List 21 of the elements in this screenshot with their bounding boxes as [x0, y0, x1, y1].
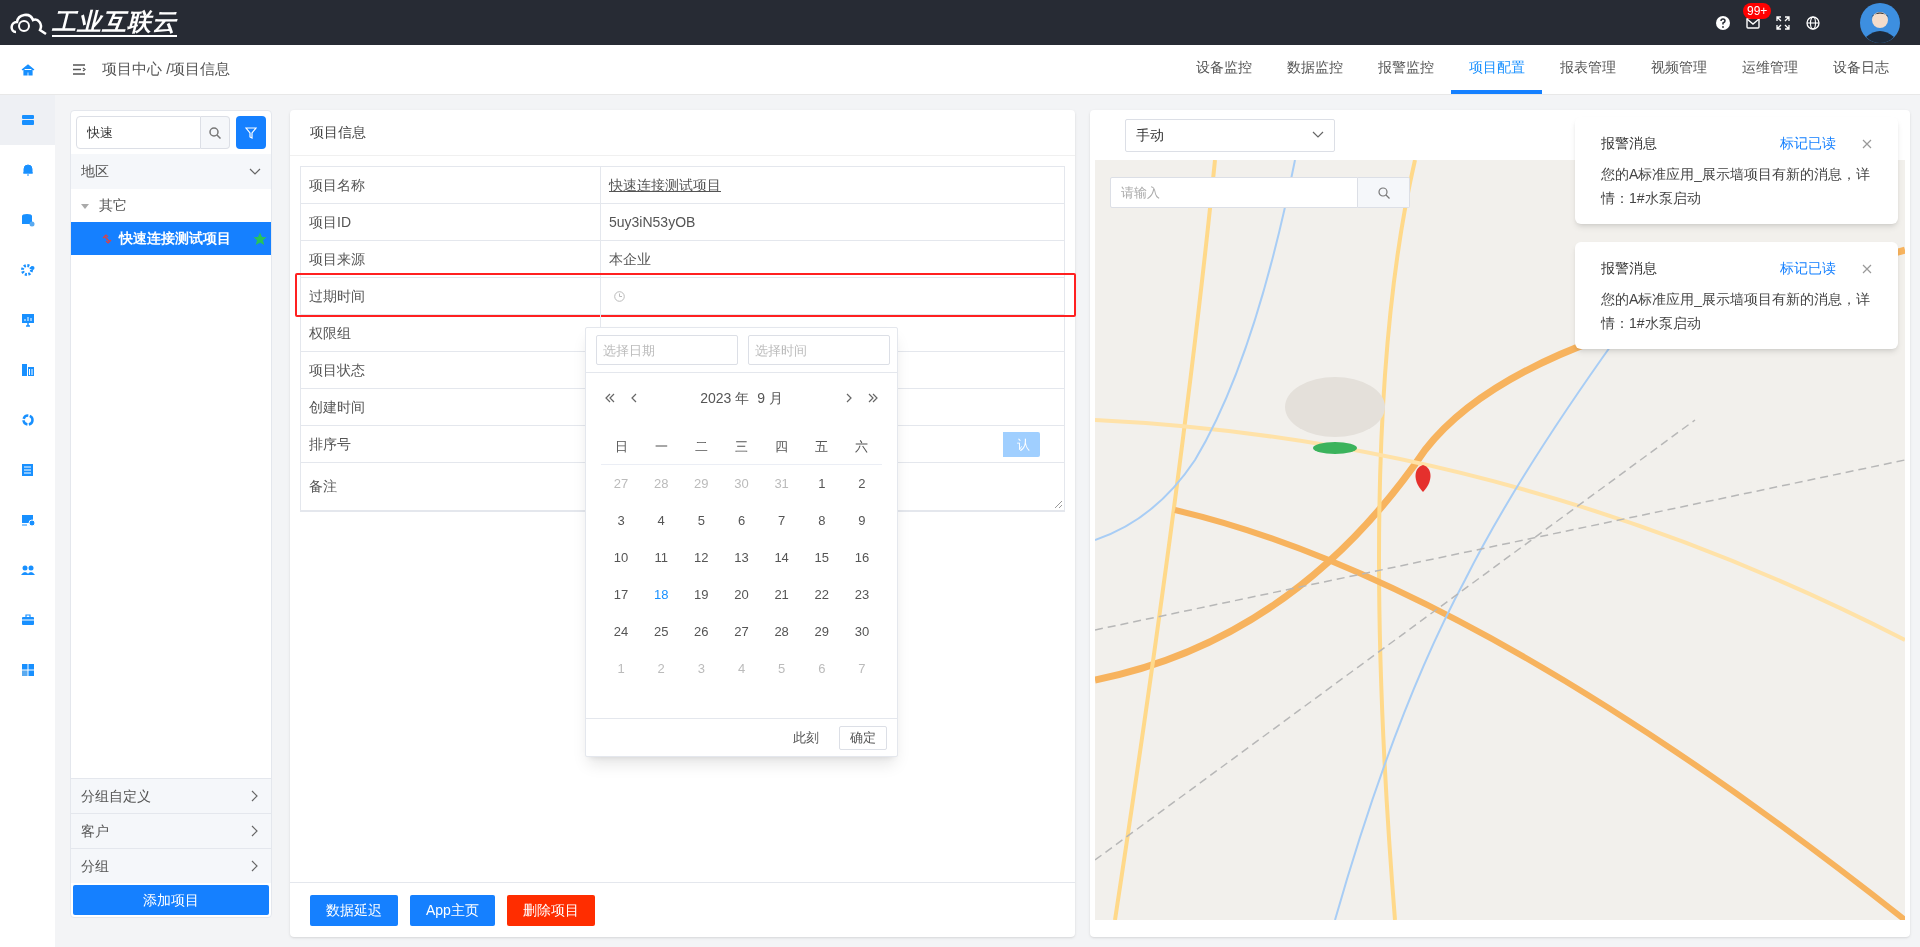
field-label: 项目来源 [301, 241, 601, 277]
field-label: 项目名称 [301, 167, 601, 203]
logo-text: 工业互联云 [52, 8, 177, 37]
field-label: 项目ID [301, 204, 601, 240]
notification-message: 您的A标准应用_展示墙项目有新的消息，详情：1#水泵启动 [1601, 165, 1872, 208]
weekday-label: 日 [613, 437, 629, 456]
badge-count: 99+ [1743, 2, 1772, 19]
weekday-label: 六 [854, 437, 870, 456]
weekday-label: 三 [734, 437, 749, 456]
card-title: 项目信息 [290, 110, 1075, 156]
notification-title: 报警消息 [1601, 134, 1658, 153]
weekday-label: 一 [653, 437, 669, 456]
field-value: 5uy3iN53yOB [609, 212, 696, 232]
weekday-label: 五 [814, 437, 830, 456]
breadcrumb: 项目中心 /项目信息 [102, 59, 231, 80]
notification-message: 您的A标准应用_展示墙项目有新的消息，详情：1#水泵启动 [1601, 290, 1872, 333]
field-label: 过期时间 [301, 278, 601, 314]
weekday-label: 四 [774, 437, 790, 456]
field-value: 本企业 [609, 249, 651, 269]
weekday-label: 二 [693, 437, 709, 456]
notification-title: 报警消息 [1601, 259, 1658, 278]
